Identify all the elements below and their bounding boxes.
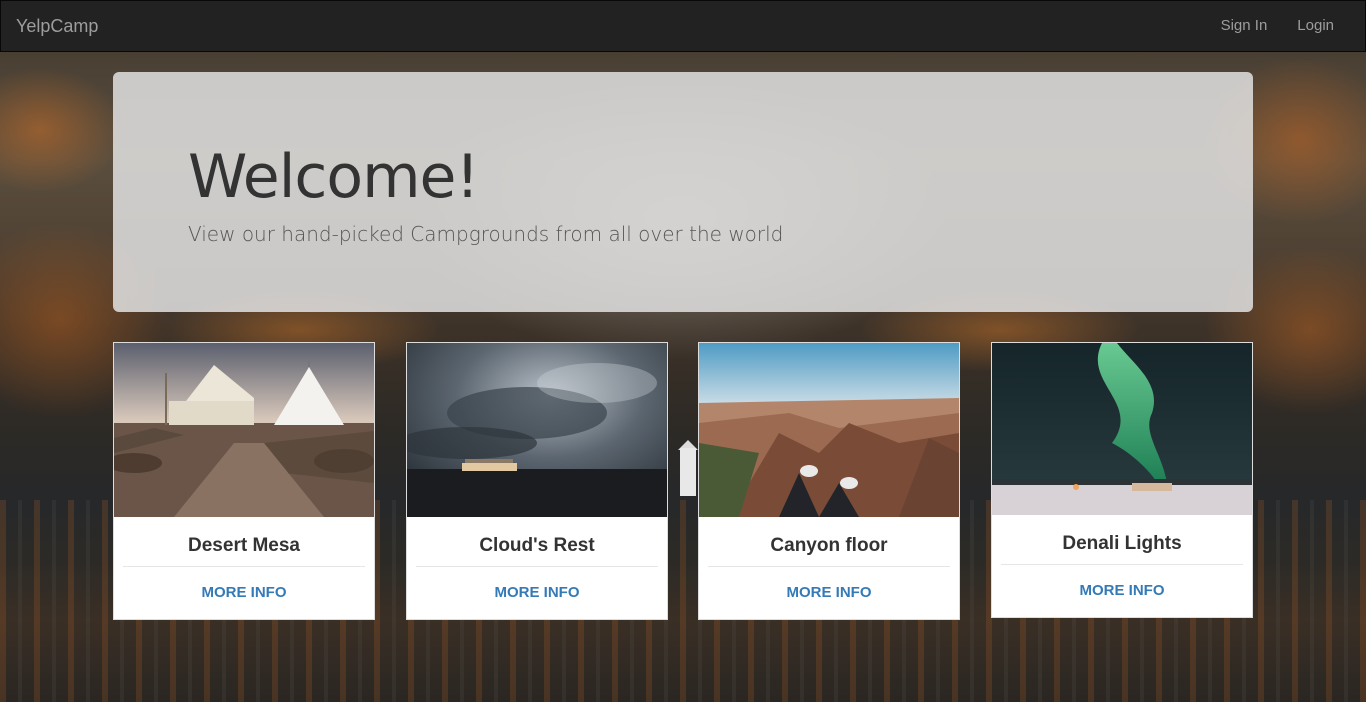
- campground-card: Denali Lights MORE INFO: [991, 342, 1253, 618]
- campground-name: Desert Mesa: [188, 535, 300, 556]
- campground-image[interactable]: [114, 343, 374, 517]
- sign-in-link[interactable]: Sign In: [1206, 1, 1283, 51]
- more-info-button[interactable]: MORE INFO: [699, 584, 959, 601]
- more-info-button[interactable]: MORE INFO: [114, 584, 374, 601]
- campground-card: Desert Mesa MORE INFO: [113, 342, 375, 620]
- campground-card: Cloud's Rest MORE INFO: [406, 342, 668, 620]
- campground-name: Cloud's Rest: [479, 535, 595, 556]
- campground-name: Denali Lights: [1062, 533, 1182, 554]
- card-divider: [1001, 564, 1243, 565]
- more-info-button[interactable]: MORE INFO: [407, 584, 667, 601]
- card-divider: [123, 566, 365, 567]
- jumbotron: Welcome! View our hand-picked Campground…: [113, 72, 1253, 312]
- welcome-subheading: View our hand-picked Campgrounds from al…: [188, 222, 784, 246]
- campground-image[interactable]: [407, 343, 667, 517]
- campground-name: Canyon floor: [770, 535, 888, 556]
- more-info-button[interactable]: MORE INFO: [992, 582, 1252, 599]
- card-divider: [708, 566, 950, 567]
- login-link[interactable]: Login: [1282, 1, 1349, 51]
- welcome-heading: Welcome!: [188, 142, 480, 212]
- campground-image[interactable]: [699, 343, 959, 517]
- navbar: YelpCamp Sign In Login: [0, 0, 1366, 52]
- brand-link[interactable]: YelpCamp: [1, 16, 98, 37]
- nav-right: Sign In Login: [1206, 1, 1365, 51]
- campground-card: Canyon floor MORE INFO: [698, 342, 960, 620]
- card-divider: [416, 566, 658, 567]
- background-house: [680, 448, 696, 496]
- campground-image[interactable]: [992, 343, 1252, 515]
